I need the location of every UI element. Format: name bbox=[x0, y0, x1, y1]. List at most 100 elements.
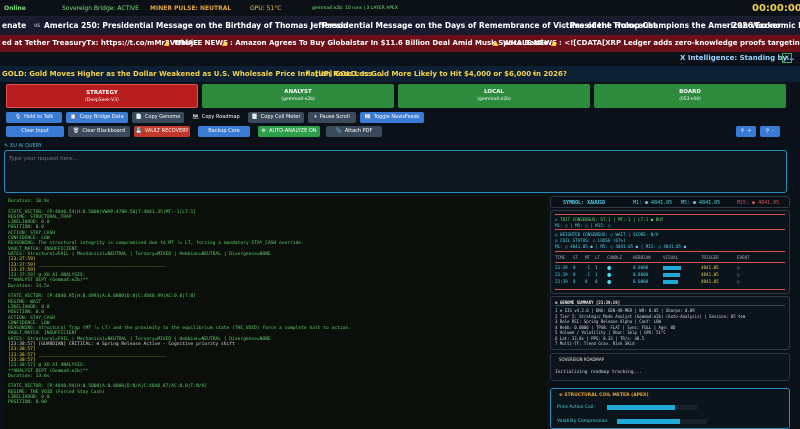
us-flag-icon: US bbox=[722, 23, 729, 28]
alert-icon: ▲ bbox=[222, 39, 228, 47]
vault-recovery-button[interactable]: 💾 VAULT RECOVERY bbox=[134, 126, 190, 137]
button-label: - bbox=[772, 128, 775, 134]
us-flag-icon: US bbox=[34, 23, 41, 28]
collapse-icon[interactable]: × bbox=[782, 53, 792, 63]
table-cell-event: ◯ bbox=[737, 279, 740, 284]
pages-icon: 📑 bbox=[251, 114, 258, 120]
coil-gauge-fill bbox=[607, 405, 675, 410]
button-label: + bbox=[747, 128, 752, 134]
microphone-icon: 🎙 bbox=[14, 114, 22, 120]
consensus-panel: ✔ TRIT CONSENSUS: ST:1 | MT:-1 | LT:1 ● … bbox=[550, 210, 790, 294]
table-cell-lt: 0 bbox=[595, 279, 598, 284]
timeframe-table: 23:39 0 -1 1 ⬤ 0.0000 4841.05 ◯ 23:39 0 -1 1 ⬤ 0.0000… bbox=[555, 265, 787, 287]
backup-core-button[interactable]: Backup Core bbox=[198, 126, 250, 137]
attach-pdf-button[interactable]: 📎 Attach PDF bbox=[326, 126, 382, 137]
button-label: Backup Core bbox=[208, 128, 240, 134]
trash-icon: 🗑 bbox=[73, 128, 80, 134]
alert-icon: ▲ bbox=[164, 39, 170, 47]
ticker-item: America 250: Presidential Message on the… bbox=[44, 21, 349, 30]
table-cell-mt: -1 bbox=[585, 265, 591, 270]
table-cell-candle: ⬤ bbox=[607, 272, 612, 277]
symbol-panel: SYMBOL: XAUUSD M1: ● 4841.05 M5: ● 4841.… bbox=[550, 196, 790, 208]
whale-alert-ticker: ed at Tether TreasuryTx: https://t.co/mM… bbox=[0, 35, 800, 52]
copy-roadmap-button[interactable]: 🗺 Copy Roadmap bbox=[188, 112, 244, 123]
tab-sublabel: (gemma4:e2b) bbox=[477, 97, 511, 102]
gold-news-ticker: GOLD: Gold Moves Higher as the Dollar We… bbox=[0, 66, 800, 82]
tab-board[interactable]: BOARD (053+04) bbox=[594, 84, 786, 108]
tab-sublabel: (gemma4:e2b) bbox=[281, 97, 315, 102]
hold-to-talk-button[interactable]: 🎙 Hold to Talk bbox=[6, 112, 62, 123]
table-cell-hebbian: 0.0000 bbox=[633, 272, 649, 277]
log-line: POSITION: 0.00 bbox=[8, 400, 47, 406]
zoom-in-button[interactable]: ⚲ + bbox=[736, 126, 756, 137]
ticker-item: WHALE NEWS bbox=[174, 39, 229, 47]
table-header-cell: EVENT bbox=[737, 255, 750, 260]
table-cell-mt: -1 bbox=[585, 272, 591, 277]
table-cell-event: ◯ bbox=[737, 272, 740, 277]
coil-status: ◎ COIL STATUS: ◯ LOOSE (67%) bbox=[555, 238, 626, 243]
miner-pulse: MINER PULSE: NEUTRAL bbox=[150, 5, 232, 12]
coil-meter-title: ⊕ STRUCTURAL COIL METER (APEX) bbox=[559, 393, 649, 398]
coil-label: Price Action Coil: bbox=[557, 405, 595, 410]
table-cell-mt: 0 bbox=[585, 279, 588, 284]
online-status: Online bbox=[4, 5, 26, 12]
alert-icon: ▲ bbox=[493, 39, 499, 47]
map-icon: 🗺 bbox=[192, 114, 199, 120]
table-cell-lt: 1 bbox=[595, 272, 598, 277]
m15-price: M15: ● 4841.05 bbox=[737, 200, 780, 206]
symbol-label: SYMBOL: XAUUSD bbox=[563, 200, 606, 206]
copy-genome-button[interactable]: 📄 Copy Genome bbox=[132, 112, 184, 123]
visual-bar bbox=[663, 280, 678, 284]
query-box bbox=[4, 150, 787, 193]
table-row: 23:39 0 -1 1 ⬤ 0.0000 4841.05 ◯ bbox=[555, 265, 787, 271]
separator-icon: • bbox=[532, 70, 537, 78]
divider bbox=[555, 262, 785, 263]
button-label: Clear Blackboard bbox=[82, 128, 125, 134]
gear-icon: ⚙ bbox=[261, 128, 266, 134]
trit-consensus: ✔ TRIT CONSENSUS: ST:1 | MT:-1 | LT:1 ● … bbox=[555, 217, 664, 222]
model-status: gemma4:e2b: 10 runs | 3 LAYER APEX bbox=[312, 6, 398, 11]
m5-price: M5: ● 4841.05 bbox=[681, 200, 721, 206]
analysis-log[interactable]: Duration: 10.9s STATE_VECTOR: [P:4840.54|… bbox=[4, 196, 547, 429]
tab-label: BOARD bbox=[679, 89, 701, 95]
zoom-out-button[interactable]: ⚲ - bbox=[760, 126, 780, 137]
magnifier-icon: ⚲ bbox=[765, 128, 770, 134]
tab-local[interactable]: LOCAL (gemma4:e2b) bbox=[398, 84, 590, 108]
ticker-item: : Amazon Agrees To Buy Globalstar In $11… bbox=[230, 39, 549, 47]
button-label: AUTO-ANALYZE ON bbox=[268, 128, 317, 134]
table-cell-lt: 1 bbox=[595, 265, 598, 270]
table-header-cell: HEBBIAN bbox=[633, 255, 651, 260]
table-header-cell: VISUAL bbox=[663, 255, 679, 260]
table-cell-trigger: 4841.05 bbox=[701, 265, 719, 270]
query-input[interactable] bbox=[9, 156, 769, 162]
newspaper-icon: 📰 bbox=[364, 114, 371, 120]
ticker-item: WHALE NEWS bbox=[503, 39, 558, 47]
paperclip-icon: 📎 bbox=[335, 128, 342, 134]
button-label: Copy Genome bbox=[144, 114, 181, 120]
clipboard-icon: 📋 bbox=[70, 114, 77, 120]
auto-analyze-toggle[interactable]: ⚙ AUTO-ANALYZE ON bbox=[258, 126, 320, 137]
toggle-newsfeeds-button[interactable]: 📰 Toggle NewsFeeds bbox=[360, 112, 424, 123]
right-panel: SYMBOL: XAUUSD M1: ● 4841.05 M5: ● 4841.… bbox=[550, 196, 790, 429]
roadmap-status: Initializing roadmap tracking... bbox=[555, 370, 642, 375]
tab-label: LOCAL bbox=[484, 89, 504, 95]
roadmap-title: SOVEREIGN ROADMAP bbox=[559, 357, 605, 362]
copy-bridge-data-button[interactable]: 📋 Copy Bridge Data bbox=[66, 112, 128, 123]
tab-analyst[interactable]: ANALYST (gemma4:e2b) bbox=[202, 84, 394, 108]
coil-timeframes: M1: ◯ 4841.05 ● | M5: ◯ 4841.05 ● | M15:… bbox=[555, 244, 687, 249]
pause-scroll-button[interactable]: ⏸ Pause Scroll bbox=[308, 112, 356, 123]
clear-blackboard-button[interactable]: 🗑 Clear Blackboard bbox=[68, 126, 130, 137]
query-label-text: XU AI QUERY bbox=[9, 143, 42, 149]
table-header-cell: TRIGGER bbox=[701, 255, 719, 260]
us-flag-icon: US bbox=[560, 23, 567, 28]
ticker-item: enate bbox=[2, 21, 27, 30]
table-header-cell: MT bbox=[585, 255, 591, 260]
alert-icon: ▲ bbox=[551, 39, 557, 47]
coil-label: Volatility Compression: bbox=[557, 419, 609, 424]
coil-meter-panel: ⊕ STRUCTURAL COIL METER (APEX) Price Act… bbox=[550, 388, 790, 429]
table-cell-hebbian: 0.0000 bbox=[633, 265, 649, 270]
tab-strategy[interactable]: STRATEGY (DeepSeek-V3) bbox=[6, 84, 198, 108]
copy-coll-meter-button[interactable]: 📑 Copy Coll Meter bbox=[248, 112, 304, 123]
clear-input-button[interactable]: Clear Input bbox=[6, 126, 64, 137]
timeframe-table-header: TIME ST MT LT CANDLE HEBBIAN VISUAL TRIGGER EVEN… bbox=[555, 255, 787, 261]
